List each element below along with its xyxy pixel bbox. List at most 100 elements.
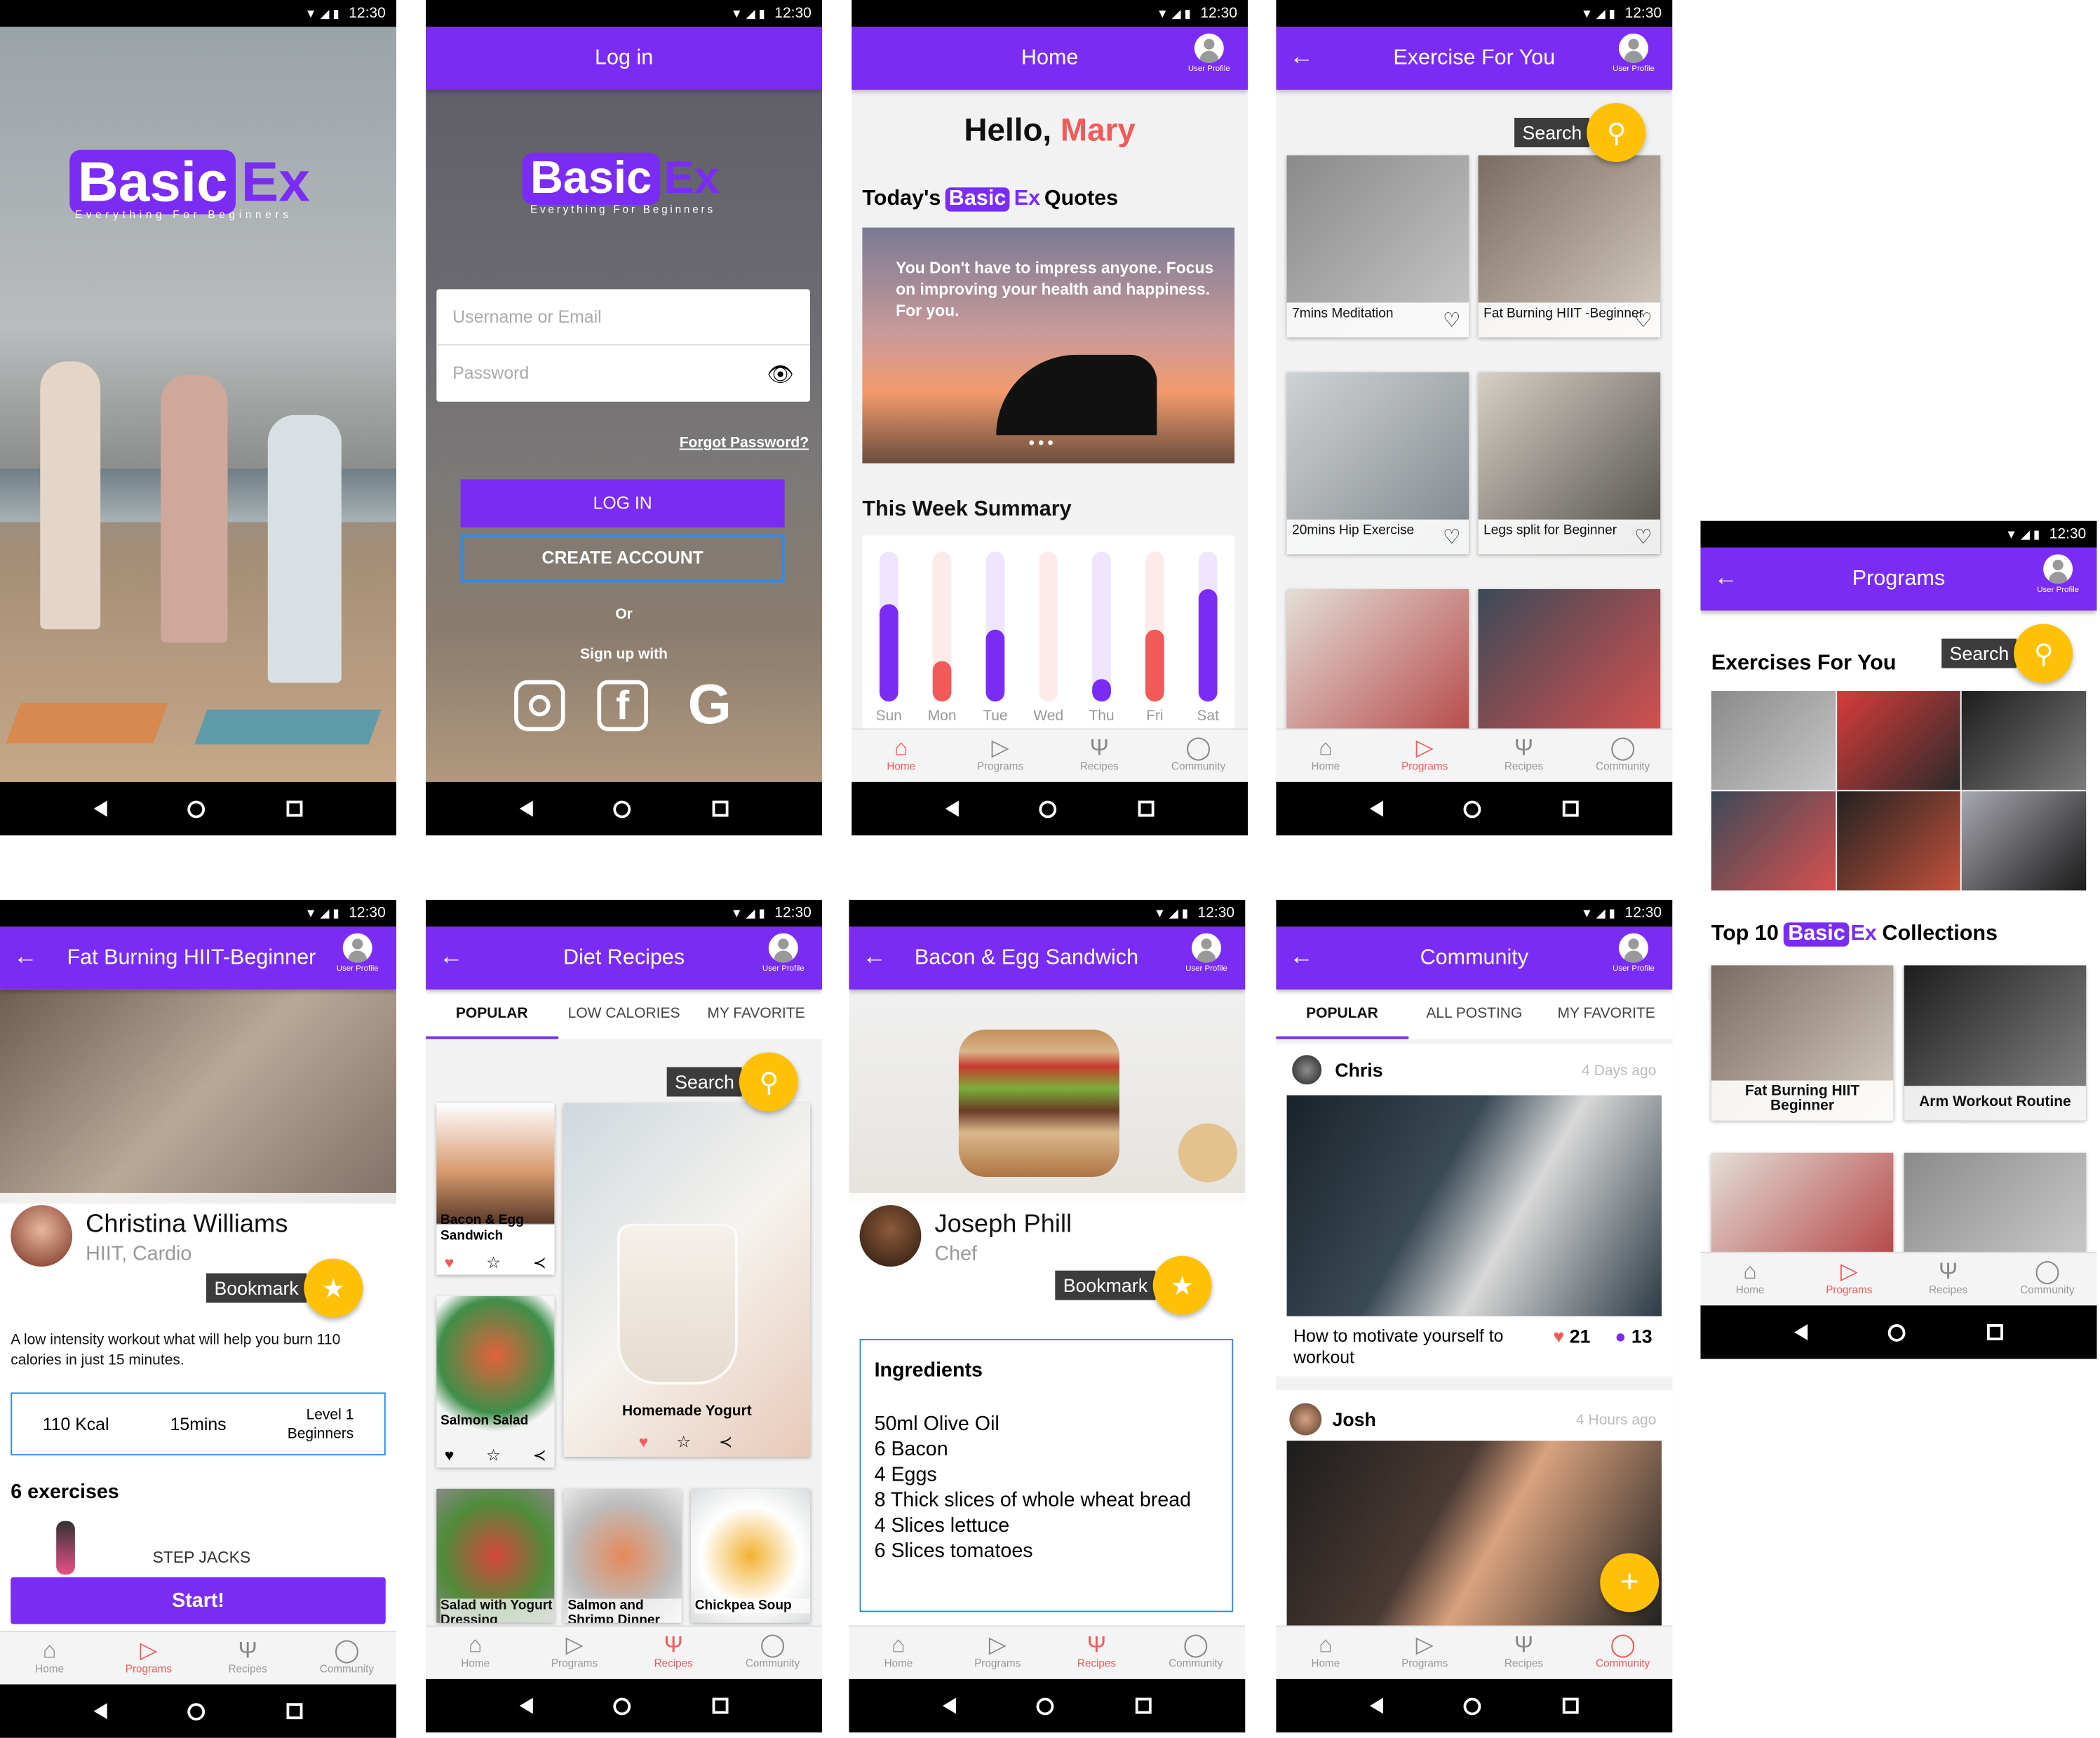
- back-icon[interactable]: [1370, 800, 1384, 817]
- search-icon[interactable]: ⚲: [1587, 102, 1646, 162]
- user-profile-button[interactable]: User Profile: [1606, 933, 1662, 974]
- chef-avatar[interactable]: [859, 1205, 922, 1267]
- heart-icon[interactable]: ♥: [445, 1253, 455, 1272]
- tab-programs[interactable]: ▷ Programs: [1375, 729, 1474, 781]
- home-icon[interactable]: [1037, 1697, 1055, 1715]
- exercise-card[interactable]: [1478, 588, 1661, 736]
- recipe-card[interactable]: Chickpea Soup: [691, 1488, 810, 1623]
- heart-icon[interactable]: ♥: [445, 1446, 455, 1465]
- tab-community[interactable]: ◯ Community: [297, 1632, 396, 1684]
- back-arrow-icon[interactable]: ←: [1289, 943, 1313, 971]
- recents-icon[interactable]: [712, 1697, 729, 1714]
- android-nav[interactable]: [1276, 1678, 1673, 1733]
- tab-community[interactable]: ◯ Community: [1573, 1626, 1672, 1678]
- eye-icon[interactable]: 👁: [767, 361, 794, 388]
- tab-recipes[interactable]: Ψ Recipes: [1899, 1253, 1998, 1305]
- recents-icon[interactable]: [1138, 800, 1155, 817]
- post-card[interactable]: Chris 4 Days ago How to motivate yoursel…: [1276, 1044, 1673, 1377]
- tab-my-favorite[interactable]: MY FAVORITE: [1540, 988, 1672, 1039]
- exercise-card[interactable]: Legs split for Beginner ♡: [1478, 372, 1661, 555]
- recents-icon[interactable]: [286, 800, 303, 817]
- home-icon[interactable]: [188, 800, 206, 818]
- carousel-dots[interactable]: ● ● ●: [1028, 436, 1054, 448]
- tab-community[interactable]: ◯ Community: [1149, 729, 1248, 781]
- android-nav[interactable]: [852, 781, 1248, 836]
- login-button[interactable]: LOG IN: [460, 479, 785, 528]
- star-outline-icon[interactable]: ☆: [486, 1253, 501, 1272]
- tab-popular[interactable]: POPULAR: [426, 988, 558, 1039]
- search-bar[interactable]: Search ⚲: [666, 1052, 799, 1112]
- search-bar[interactable]: Search ⚲: [1514, 102, 1646, 162]
- bookmark-control[interactable]: Bookmark ★: [206, 1258, 363, 1318]
- user-profile-button[interactable]: User Profile: [1606, 33, 1662, 74]
- android-nav[interactable]: [0, 781, 397, 836]
- avatar[interactable]: [1289, 1403, 1322, 1436]
- recents-icon[interactable]: [1986, 1324, 2003, 1340]
- android-nav[interactable]: [426, 781, 823, 836]
- home-icon[interactable]: [1039, 800, 1058, 818]
- tab-recipes[interactable]: Ψ Recipes: [1474, 729, 1573, 781]
- add-post-button[interactable]: +: [1600, 1553, 1660, 1612]
- recipe-card[interactable]: Salmon Salad ♥ ☆ ≺: [436, 1295, 555, 1468]
- heart-icon[interactable]: ♡: [1443, 308, 1461, 332]
- home-icon[interactable]: [614, 800, 632, 818]
- tab-home[interactable]: ⌂ Home: [849, 1626, 948, 1678]
- back-icon[interactable]: [945, 800, 960, 817]
- start-button[interactable]: Start!: [11, 1577, 386, 1624]
- back-icon[interactable]: [943, 1697, 957, 1714]
- tab-community[interactable]: ◯ Community: [723, 1626, 822, 1678]
- bookmark-control[interactable]: Bookmark ★: [1055, 1255, 1212, 1315]
- exercise-collage[interactable]: [1711, 691, 2087, 891]
- back-arrow-icon[interactable]: ←: [439, 943, 463, 971]
- post-comments[interactable]: ● 13: [1615, 1326, 1652, 1347]
- heart-icon[interactable]: ♥: [639, 1433, 649, 1452]
- back-icon[interactable]: [519, 1697, 534, 1714]
- password-field[interactable]: Password 👁: [436, 346, 810, 402]
- collection-card[interactable]: [1711, 1152, 1894, 1255]
- share-icon[interactable]: ≺: [719, 1433, 732, 1452]
- user-profile-button[interactable]: User Profile: [2030, 554, 2086, 595]
- tab-programs[interactable]: ▷ Programs: [525, 1626, 624, 1678]
- tab-programs[interactable]: ▷ Programs: [1800, 1253, 1899, 1305]
- back-arrow-icon[interactable]: ←: [1714, 564, 1738, 592]
- tab-programs[interactable]: ▷ Programs: [99, 1632, 198, 1684]
- tab-home[interactable]: ⌂ Home: [426, 1626, 525, 1678]
- heart-icon[interactable]: ♡: [1634, 308, 1653, 332]
- back-icon[interactable]: [1794, 1324, 1808, 1340]
- share-icon[interactable]: ≺: [533, 1446, 546, 1465]
- post-likes[interactable]: ♥ 21: [1553, 1326, 1590, 1347]
- tab-all-posting[interactable]: ALL POSTING: [1408, 988, 1540, 1039]
- recents-icon[interactable]: [712, 800, 729, 817]
- create-account-button[interactable]: CREATE ACCOUNT: [460, 534, 785, 583]
- android-nav[interactable]: [849, 1678, 1246, 1733]
- tab-low-calories[interactable]: LOW CALORIES: [558, 988, 689, 1039]
- tab-home[interactable]: ⌂ Home: [1276, 1626, 1375, 1678]
- tab-my-favorite[interactable]: MY FAVORITE: [690, 988, 822, 1039]
- tab-community[interactable]: ◯ Community: [1998, 1253, 2096, 1305]
- exercise-card[interactable]: 20mins Hip Exercise ♡: [1286, 372, 1469, 555]
- android-nav[interactable]: [1276, 781, 1673, 836]
- trainer-avatar[interactable]: [11, 1205, 73, 1267]
- star-icon[interactable]: ★: [1152, 1255, 1212, 1315]
- tab-home[interactable]: ⌂ Home: [852, 729, 950, 781]
- tab-recipes[interactable]: Ψ Recipes: [1474, 1626, 1573, 1678]
- tab-home[interactable]: ⌂ Home: [0, 1632, 99, 1684]
- recents-icon[interactable]: [1562, 800, 1579, 817]
- heart-icon[interactable]: ♡: [1634, 525, 1653, 548]
- android-nav[interactable]: [1700, 1305, 2097, 1359]
- recents-icon[interactable]: [1135, 1697, 1152, 1714]
- back-icon[interactable]: [519, 800, 534, 817]
- home-icon[interactable]: [188, 1702, 206, 1720]
- back-arrow-icon[interactable]: ←: [1289, 43, 1313, 71]
- heart-icon[interactable]: ♡: [1443, 525, 1461, 548]
- tab-community[interactable]: ◯ Community: [1146, 1626, 1245, 1678]
- tab-programs[interactable]: ▷ Programs: [948, 1626, 1047, 1678]
- back-icon[interactable]: [1370, 1697, 1384, 1714]
- exercise-card[interactable]: Fat Burning HIIT -Beginner ♡: [1478, 155, 1661, 338]
- user-profile-button[interactable]: User Profile: [1181, 33, 1237, 74]
- home-icon[interactable]: [1888, 1323, 1906, 1341]
- home-icon[interactable]: [614, 1697, 632, 1715]
- instagram-icon[interactable]: [514, 680, 565, 732]
- username-field[interactable]: Username or Email: [436, 289, 810, 346]
- search-icon[interactable]: ⚲: [2014, 624, 2073, 683]
